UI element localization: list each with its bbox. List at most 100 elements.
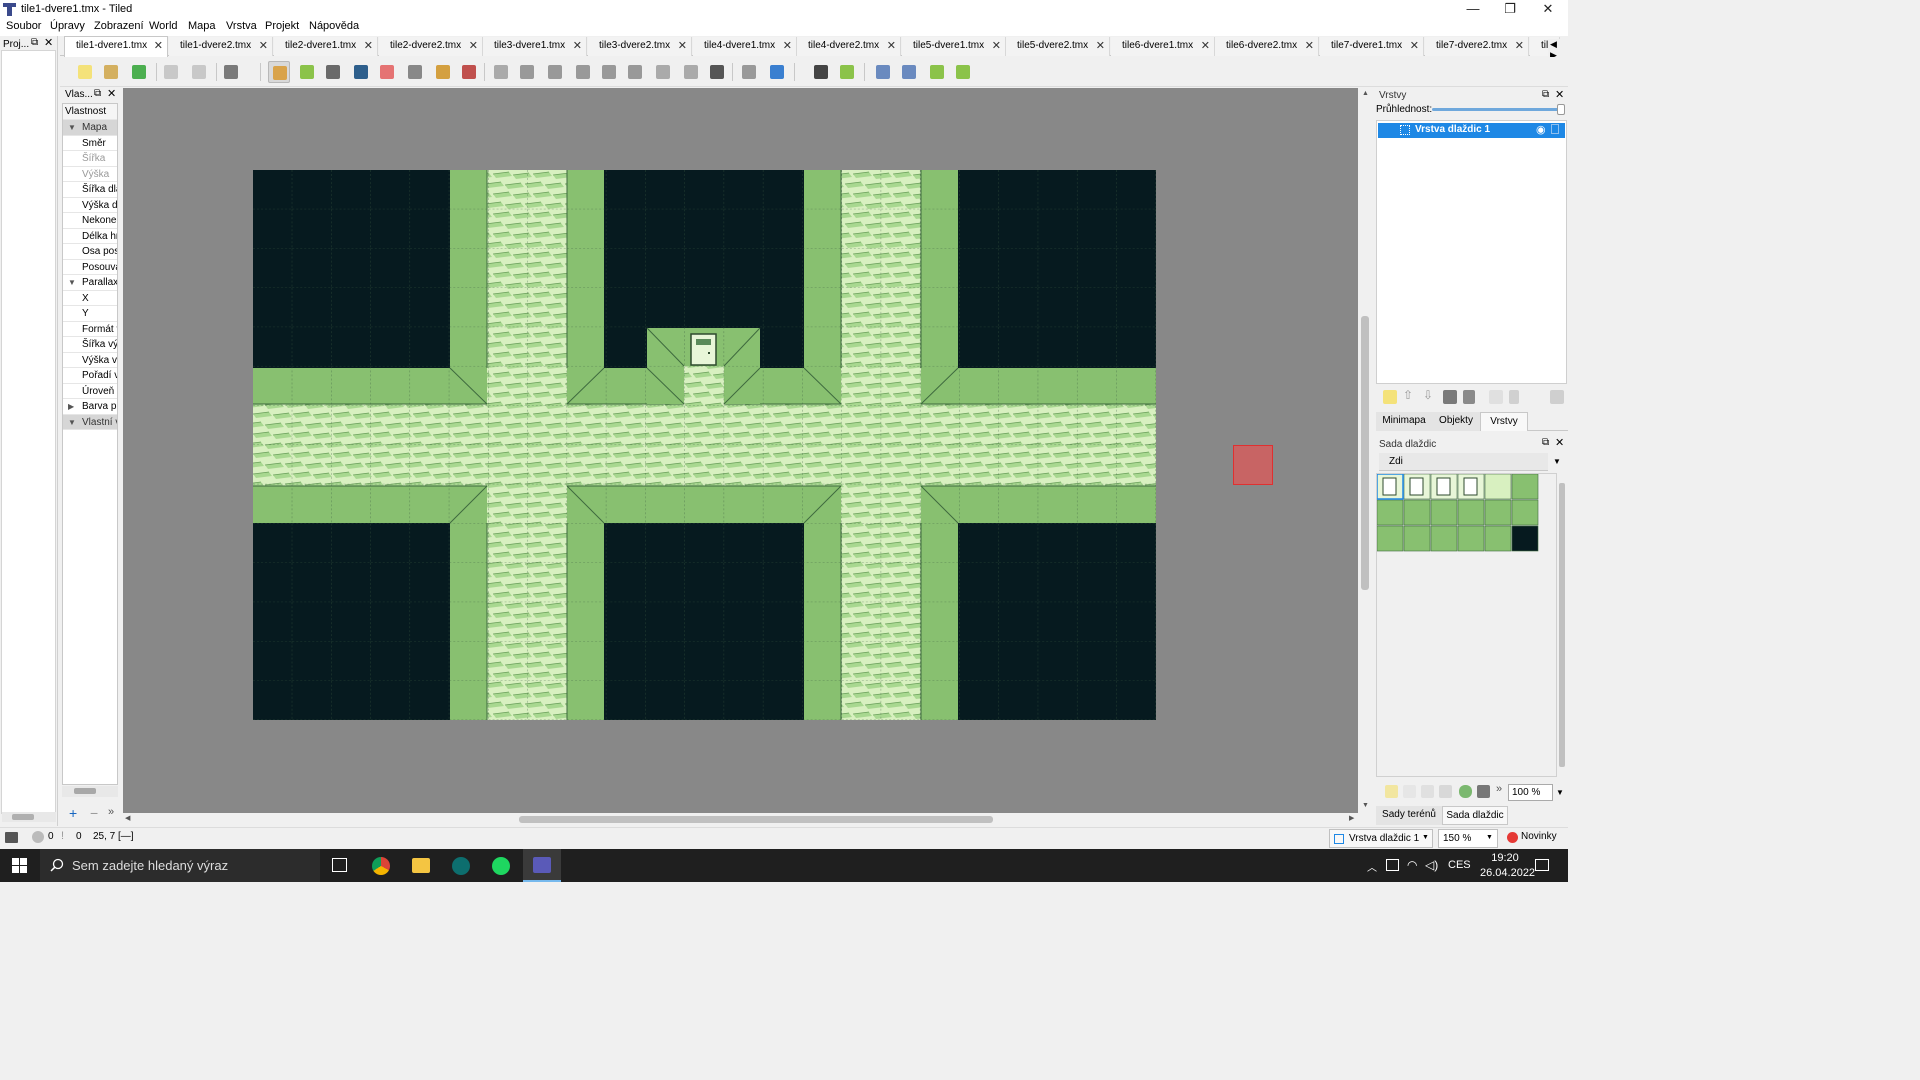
insert-template-button[interactable] — [680, 61, 702, 83]
float-icon[interactable]: ⧉ — [1542, 89, 1549, 100]
tiled-taskbar-button[interactable] — [523, 849, 561, 882]
embed-tileset-icon[interactable] — [1403, 785, 1416, 798]
collapse-icon[interactable]: ▼ — [68, 415, 76, 430]
news-link[interactable]: Novinky — [1521, 831, 1557, 842]
console-icon[interactable] — [5, 832, 18, 843]
tileset-image[interactable] — [1377, 474, 1541, 556]
flip-vertical-button[interactable] — [898, 61, 920, 83]
opacity-slider[interactable] — [1432, 108, 1565, 111]
insert-rect-button[interactable] — [544, 61, 566, 83]
bucket-fill-button[interactable] — [322, 61, 344, 83]
insert-polygon-button[interactable] — [624, 61, 646, 83]
tab-8[interactable]: tile5-dvere1.tmx ✕ — [902, 37, 1006, 56]
windows-start-icon[interactable] — [12, 858, 27, 873]
close-button[interactable]: ✕ — [1530, 0, 1566, 19]
scroll-thumb[interactable] — [74, 788, 96, 794]
delete-layer-icon[interactable] — [1463, 390, 1475, 404]
property-row[interactable]: Úroveň k — [63, 384, 117, 399]
shape-fill-button[interactable] — [350, 61, 372, 83]
spotify-icon[interactable] — [492, 857, 510, 875]
grass-tile[interactable] — [1430, 499, 1458, 526]
warning-icon[interactable]: ! — [61, 830, 64, 842]
tab-12[interactable]: tile7-dvere1.tmx ✕ — [1320, 37, 1424, 56]
grass-tile[interactable] — [1511, 474, 1539, 500]
new-tileset-icon[interactable] — [1385, 785, 1398, 798]
property-row[interactable]: Osa posu — [63, 244, 117, 260]
wangset-button[interactable] — [836, 61, 858, 83]
scroll-thumb[interactable] — [12, 814, 34, 820]
tab-close-icon[interactable]: ✕ — [992, 37, 1001, 55]
brick-tile[interactable] — [1484, 474, 1512, 500]
scroll-right-icon[interactable]: ▶ — [1349, 814, 1354, 822]
menu-help[interactable]: Nápověda — [309, 20, 359, 32]
tab-close-icon[interactable]: ✕ — [783, 37, 792, 55]
property-row[interactable]: Formát v — [63, 322, 117, 337]
notification-icon[interactable] — [1535, 859, 1549, 871]
insert-point-button[interactable] — [572, 61, 594, 83]
tab-close-icon[interactable]: ✕ — [1305, 37, 1314, 55]
tab-1[interactable]: tile1-dvere2.tmx ✕ — [169, 37, 273, 56]
tab-10[interactable]: tile6-dvere1.tmx ✕ — [1111, 37, 1215, 56]
tab-terrain-sets[interactable]: Sady terénů — [1376, 806, 1442, 825]
new-layer-icon[interactable] — [1383, 390, 1397, 404]
property-row[interactable]: X — [63, 291, 117, 306]
tileset-zoom-field[interactable]: 100 % — [1508, 784, 1553, 801]
taskbar-search[interactable]: Sem zadejte hledaný výraz — [40, 849, 320, 882]
duplicate-layer-icon[interactable] — [1443, 390, 1457, 404]
lock-all-icon[interactable] — [1509, 390, 1519, 404]
property-row[interactable]: ▼ Mapa — [63, 120, 117, 136]
save-button[interactable] — [128, 61, 150, 83]
tab-3[interactable]: tile2-dvere2.tmx ✕ — [379, 37, 483, 56]
tab-close-icon[interactable]: ✕ — [1201, 37, 1210, 55]
move-button[interactable] — [766, 61, 788, 83]
news-icon[interactable] — [1507, 832, 1518, 843]
property-row[interactable]: Posouva — [63, 260, 117, 275]
edit-polygons-button[interactable] — [516, 61, 538, 83]
property-row[interactable]: Výška dl — [63, 198, 117, 213]
tileset-tab-zdi[interactable]: Zdi — [1379, 453, 1548, 471]
tile-map[interactable] — [253, 170, 1156, 720]
export-tileset-icon[interactable] — [1421, 785, 1434, 798]
task-view-icon[interactable] — [332, 858, 347, 872]
tab-close-icon[interactable]: ✕ — [1410, 37, 1419, 55]
property-row[interactable]: ▼ Vlastní v — [63, 414, 117, 430]
tileset-view[interactable] — [1376, 473, 1557, 777]
grass-tile[interactable] — [1457, 525, 1485, 552]
new-map-button[interactable] — [74, 61, 96, 83]
layer-row-selected[interactable]: Vrstva dlaždic 1 ◉ — [1378, 123, 1565, 138]
properties-table[interactable]: Vlastnost ▼ Mapa Směr Šířka Výška Šířka dla Výš… — [62, 103, 118, 785]
raise-layer-icon[interactable]: ⇧ — [1403, 388, 1413, 402]
terrain-brush-button[interactable] — [296, 61, 318, 83]
project-tree[interactable] — [1, 50, 56, 814]
chrome-icon[interactable] — [372, 857, 390, 875]
close-icon[interactable]: ✕ — [44, 36, 53, 49]
chevron-down-icon[interactable]: ▼ — [1553, 457, 1561, 466]
magic-wand-button[interactable] — [432, 61, 454, 83]
menu-view[interactable]: Zobrazení — [94, 20, 144, 32]
scroll-left-icon[interactable]: ◀ — [125, 814, 130, 822]
clock-date[interactable]: 26.04.2022 — [1480, 867, 1535, 879]
rect-select-button[interactable] — [404, 61, 426, 83]
grass-tile[interactable] — [1511, 499, 1539, 526]
grass-tile[interactable] — [1484, 499, 1512, 526]
scroll-up-icon[interactable]: ▲ — [1362, 90, 1369, 97]
select-objects-button[interactable] — [490, 61, 512, 83]
tab-close-icon[interactable]: ✕ — [154, 37, 163, 55]
tileset-properties-icon[interactable] — [1459, 785, 1472, 798]
app-icon[interactable] — [452, 857, 470, 875]
property-row[interactable]: ▶ Barva po — [63, 399, 117, 415]
grass-tile[interactable] — [1403, 525, 1431, 552]
insert-ellipse-button[interactable] — [598, 61, 620, 83]
tab-objects[interactable]: Objekty — [1432, 412, 1480, 431]
scroll-thumb[interactable] — [1361, 316, 1369, 590]
canvas-hscroll[interactable]: ◀ ▶ — [123, 813, 1359, 825]
scroll-thumb[interactable] — [1559, 483, 1565, 767]
volume-icon[interactable]: ◁) — [1425, 858, 1438, 872]
layers-list[interactable]: Vrstva dlaždic 1 ◉ — [1376, 120, 1567, 384]
grass-tile[interactable] — [1377, 525, 1404, 552]
property-row[interactable]: Šířka výs — [63, 337, 117, 353]
grass-tile[interactable] — [1484, 525, 1512, 552]
collapse-icon[interactable]: ▼ — [68, 120, 76, 135]
grass-tile[interactable] — [1430, 525, 1458, 552]
undo-button[interactable] — [160, 61, 182, 83]
